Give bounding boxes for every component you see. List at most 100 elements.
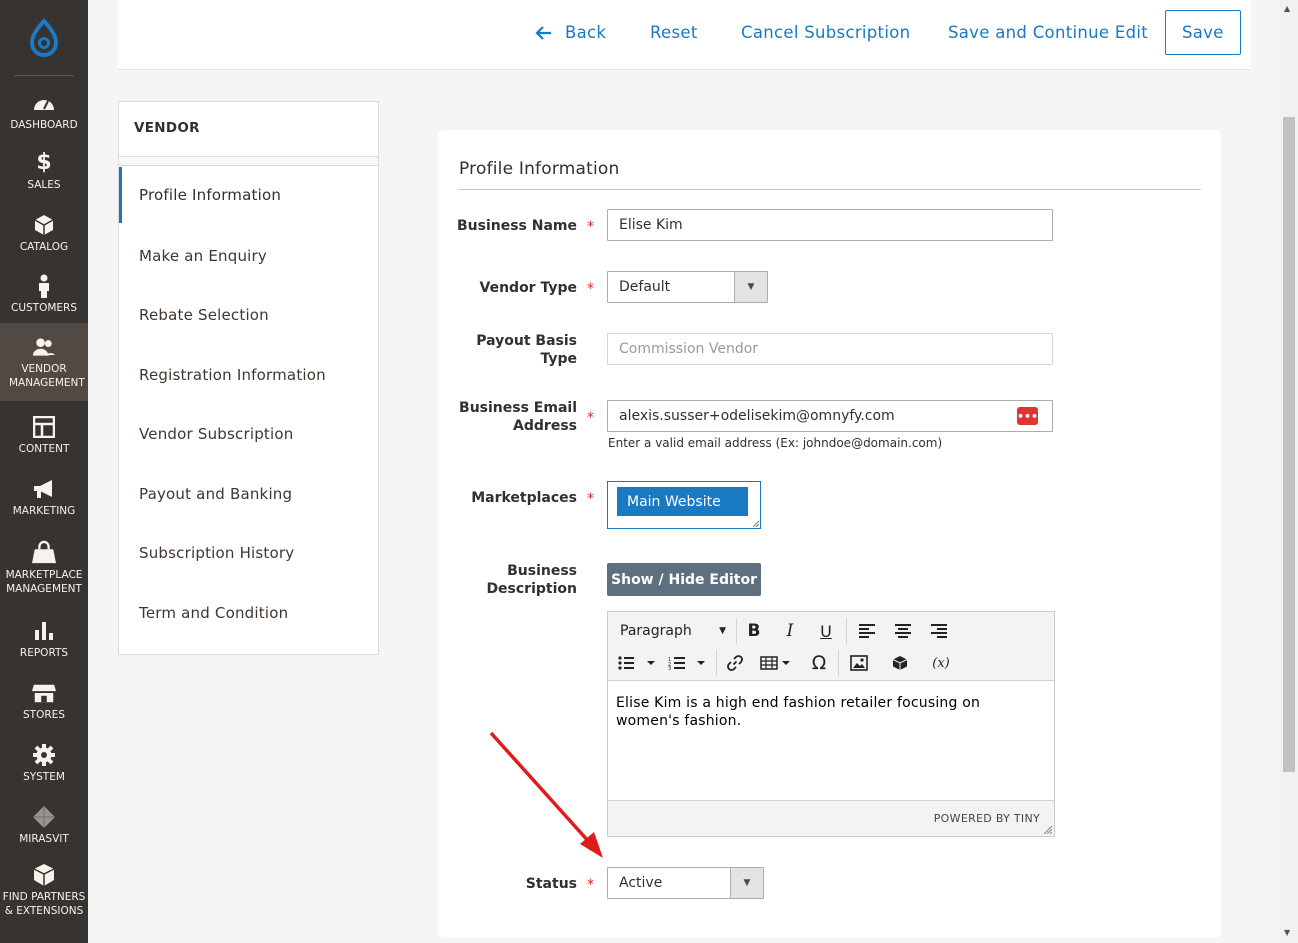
numbered-list-icon[interactable]: 123 — [668, 650, 708, 676]
format-value: Paragraph — [620, 623, 692, 639]
nav-label: VENDOR MANAGEMENT — [9, 362, 85, 389]
page-actions-bar: Back Reset Cancel Subscription Save and … — [118, 0, 1251, 70]
bullet-list-icon[interactable] — [618, 650, 658, 676]
nav-label: CONTENT — [18, 442, 70, 455]
nav-item-vendor-management[interactable]: VENDOR MANAGEMENT — [0, 323, 88, 401]
scrollbar-thumb[interactable] — [1283, 117, 1295, 772]
tab-term-and-condition[interactable]: Term and Condition — [119, 585, 378, 641]
resize-handle-icon[interactable] — [1044, 826, 1052, 834]
nav-label: CUSTOMERS — [10, 301, 77, 314]
nav-item-marketing[interactable]: MARKETING — [0, 472, 88, 522]
required-mark: * — [587, 410, 594, 426]
nav-label: SALES — [27, 178, 61, 191]
marketplace-option-selected[interactable]: Main Website — [617, 487, 748, 516]
nav-label: SYSTEM — [23, 770, 65, 783]
align-left-icon[interactable] — [855, 618, 879, 644]
save-button[interactable]: Save — [1165, 10, 1241, 55]
editor-statusbar: POWERED BY TINY — [608, 800, 1054, 836]
back-label: Back — [565, 23, 607, 42]
required-mark: * — [587, 491, 594, 507]
nav-item-mirasvit[interactable]: MIRASVIT — [0, 800, 88, 850]
status-label: Status — [525, 876, 577, 892]
layout-icon — [32, 415, 56, 439]
scroll-up-icon[interactable]: ▲ — [1284, 4, 1290, 13]
nav-item-reports[interactable]: REPORTS — [0, 614, 88, 664]
password-manager-icon[interactable]: ••• — [1017, 407, 1038, 425]
resize-handle-icon[interactable] — [753, 521, 759, 527]
chevron-down-icon: ▼ — [730, 868, 763, 898]
chevron-down-icon: ▼ — [734, 272, 767, 302]
nav-label: FIND PARTNERS & EXTENSIONS — [2, 890, 86, 917]
nav-item-content[interactable]: CONTENT — [0, 410, 88, 460]
widget-icon[interactable] — [888, 650, 912, 676]
vendor-type-select[interactable]: Default ▼ — [607, 271, 768, 303]
tab-rebate-selection[interactable]: Rebate Selection — [119, 287, 378, 343]
tab-vendor-subscription[interactable]: Vendor Subscription — [119, 406, 378, 462]
scroll-down-icon[interactable]: ▼ — [1284, 928, 1290, 937]
nav-item-find-partners[interactable]: FIND PARTNERS & EXTENSIONS — [0, 860, 88, 920]
tab-subscription-history[interactable]: Subscription History — [119, 525, 378, 581]
status-value: Active — [619, 875, 663, 891]
tab-registration-information[interactable]: Registration Information — [119, 347, 378, 403]
label-line: Type — [540, 351, 577, 367]
admin-sidebar: DASHBOARD $ SALES CATALOG CUSTOMERS VEND… — [0, 0, 88, 943]
nav-label: MARKETING — [12, 504, 76, 517]
nav-item-system[interactable]: SYSTEM — [0, 738, 88, 788]
rich-text-editor: Paragraph ▼ B I U 123 Ω (x) Elise Kim is… — [607, 611, 1055, 837]
required-mark: * — [587, 219, 594, 235]
nav-item-catalog[interactable]: CATALOG — [0, 208, 88, 258]
align-center-icon[interactable] — [891, 618, 915, 644]
tab-profile-information[interactable]: Profile Information — [119, 167, 378, 223]
vendor-type-label: Vendor Type — [479, 280, 577, 296]
link-icon[interactable] — [723, 650, 747, 676]
tabs-title: VENDOR — [134, 120, 200, 136]
toolbar-separator — [716, 650, 717, 676]
save-and-continue-button[interactable]: Save and Continue Edit — [948, 10, 1148, 55]
powered-by-tiny[interactable]: POWERED BY TINY — [934, 812, 1040, 825]
bold-icon[interactable]: B — [742, 618, 766, 644]
logo[interactable] — [0, 0, 88, 75]
nav-item-stores[interactable]: STORES — [0, 676, 88, 726]
tab-payout-and-banking[interactable]: Payout and Banking — [119, 466, 378, 522]
italic-icon[interactable]: I — [778, 618, 802, 644]
show-hide-editor-button[interactable]: Show / Hide Editor — [607, 563, 761, 596]
bar-chart-icon — [32, 619, 56, 643]
image-icon[interactable] — [847, 650, 871, 676]
nav-item-dashboard[interactable]: DASHBOARD — [0, 86, 88, 136]
toolbar-separator — [838, 650, 839, 676]
reset-button[interactable]: Reset — [650, 10, 698, 55]
table-icon[interactable] — [760, 650, 794, 676]
label-line: Payout Basis — [476, 333, 577, 349]
nav-label: MARKETPLACE MANAGEMENT — [5, 568, 83, 595]
tabs-divider — [119, 156, 378, 166]
nav-item-marketplace-management[interactable]: MARKETPLACE MANAGEMENT — [0, 536, 88, 600]
back-button[interactable]: Back — [535, 10, 606, 55]
users-icon — [32, 335, 56, 359]
format-dropdown[interactable]: Paragraph ▼ — [612, 618, 732, 644]
business-email-input[interactable]: alexis.susser+odelisekim@omnyfy.com ••• — [607, 400, 1053, 432]
label-line: Business Email — [459, 400, 577, 416]
variable-icon[interactable]: (x) — [928, 650, 954, 676]
business-email-label: Business Email Address — [459, 399, 577, 435]
marketplaces-multiselect[interactable]: Main Website — [607, 481, 761, 529]
status-select[interactable]: Active ▼ — [607, 867, 764, 899]
align-right-icon[interactable] — [927, 618, 951, 644]
box-icon — [32, 213, 56, 237]
payout-basis-input[interactable]: Commission Vendor — [607, 333, 1053, 365]
special-character-icon[interactable]: Ω — [807, 650, 831, 676]
vendor-tabs: VENDOR Profile Information Make an Enqui… — [118, 101, 379, 655]
business-name-input[interactable]: Elise Kim — [607, 209, 1053, 241]
toolbar-separator — [846, 618, 847, 644]
business-description-label: Business Description — [486, 562, 577, 598]
cube-icon — [32, 863, 56, 887]
nav-item-sales[interactable]: $ SALES — [0, 146, 88, 196]
editor-content[interactable]: Elise Kim is a high end fashion retailer… — [616, 694, 1048, 730]
logo-divider — [14, 75, 74, 76]
cancel-subscription-button[interactable]: Cancel Subscription — [741, 10, 910, 55]
tab-make-an-enquiry[interactable]: Make an Enquiry — [119, 228, 378, 284]
label-line: Business — [507, 563, 577, 579]
underline-icon[interactable]: U — [814, 618, 838, 644]
editor-toolbar: Paragraph ▼ B I U 123 Ω (x) — [608, 612, 1054, 681]
nav-item-customers[interactable]: CUSTOMERS — [0, 268, 88, 320]
email-hint: Enter a valid email address (Ex: johndoe… — [608, 436, 943, 450]
